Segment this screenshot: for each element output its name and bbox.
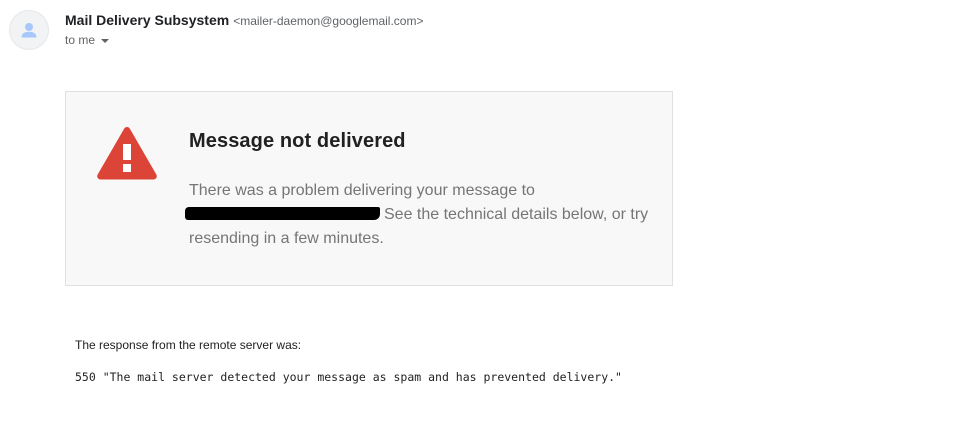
redacted-recipient-address <box>185 207 380 220</box>
response-message: 550 "The mail server detected your messa… <box>75 370 622 384</box>
sender-avatar[interactable] <box>9 10 49 50</box>
sender-email: <mailer-daemon@googlemail.com> <box>233 14 424 28</box>
notice-body-start: There was a problem delivering your mess… <box>189 182 535 199</box>
recipient-details-toggle[interactable]: to me <box>65 32 110 48</box>
caret-down-icon[interactable] <box>101 38 110 43</box>
recipient-label: to me <box>65 33 96 47</box>
sender-name[interactable]: Mail Delivery Subsystem <box>65 12 229 28</box>
warning-icon <box>96 125 158 181</box>
notice-title: Message not delivered <box>189 130 406 152</box>
notice-body: There was a problem delivering your mess… <box>185 179 659 251</box>
person-icon <box>20 21 38 39</box>
delivery-failure-notice: Message not delivered There was a proble… <box>65 91 673 286</box>
response-label: The response from the remote server was: <box>75 338 302 352</box>
sender-line: Mail Delivery Subsystem <mailer-daemon@go… <box>65 12 423 29</box>
